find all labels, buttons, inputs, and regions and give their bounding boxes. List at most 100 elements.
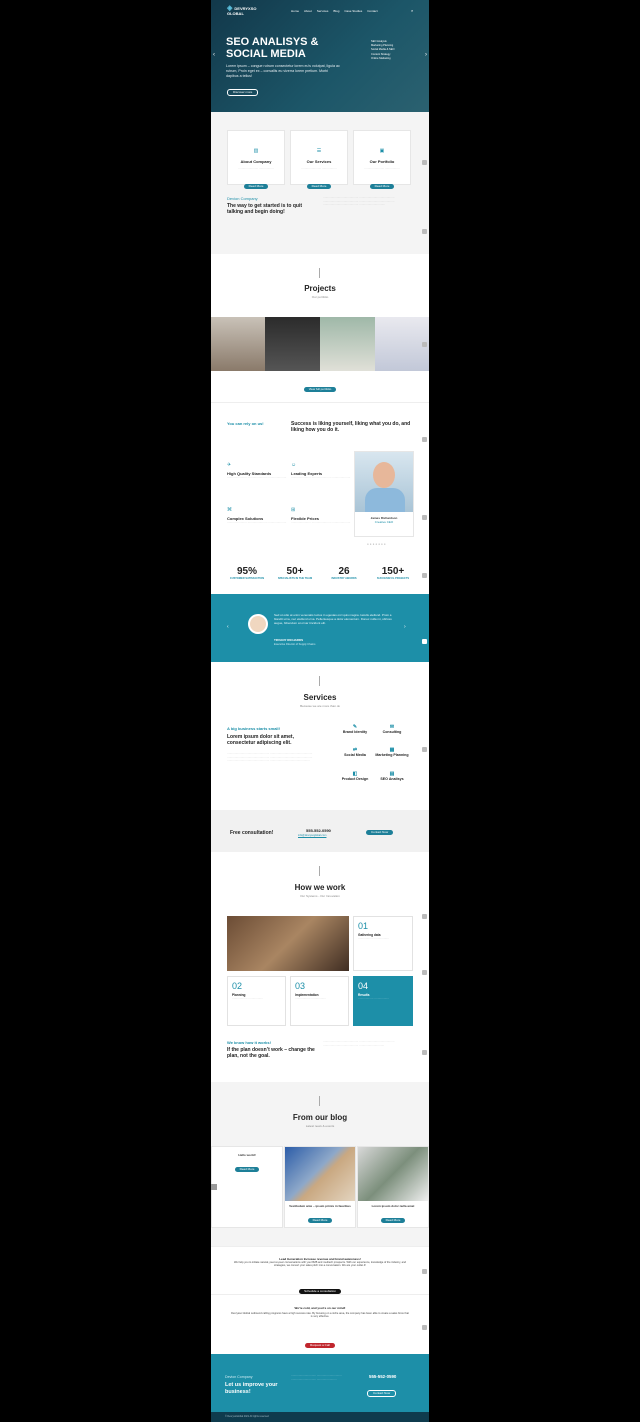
read-more-button[interactable]: Read More xyxy=(380,1218,406,1223)
blog-post-title: Hello world! xyxy=(238,1153,256,1157)
divider xyxy=(319,676,320,686)
projects-title: Projects xyxy=(304,284,336,293)
scroll-button[interactable] xyxy=(422,437,427,442)
blog-post[interactable]: Lorem ipsum dolor nulla amet Read More xyxy=(357,1146,429,1228)
hero-section: ◈ DEVRYXSO GLOBAL Home About Services Blo… xyxy=(211,0,429,112)
leadgen-section: Lead Generation Increase revenue and bra… xyxy=(211,1246,429,1294)
scroll-button[interactable] xyxy=(422,747,427,752)
feature-text: ······················· ················… xyxy=(301,167,337,170)
read-more-button[interactable]: Read More xyxy=(243,183,269,189)
read-more-button[interactable]: Read More xyxy=(306,183,332,189)
read-more-button[interactable]: Read More xyxy=(369,183,395,189)
blog-post[interactable]: Hello world! Read More xyxy=(211,1146,283,1228)
blog-post[interactable]: Vestibulum ante – ipsum primis in faucib… xyxy=(284,1146,356,1228)
project-image[interactable] xyxy=(320,317,375,371)
why-item-text: ······················· ················… xyxy=(227,521,287,524)
service-seo-analisys[interactable]: ▤ SEO Analisys xyxy=(369,772,415,782)
team-member-photo xyxy=(355,452,413,512)
nav-about[interactable]: About xyxy=(304,9,312,13)
step-number: 04 xyxy=(358,981,369,991)
scroll-button[interactable] xyxy=(422,573,427,578)
step-gathering-data: 01 Gathering data ·················· ·····… xyxy=(353,916,413,971)
stat-label: CUSTOMER SATISFACTION xyxy=(229,577,265,580)
testimonial-prev-icon[interactable]: ‹ xyxy=(227,624,229,630)
call-button-wrap: Request a Call xyxy=(211,1333,429,1351)
how-kicker: We know how it works! xyxy=(227,1040,271,1045)
step-number: 01 xyxy=(358,921,369,931)
hero-next-arrow-icon[interactable]: › xyxy=(425,52,427,58)
project-image[interactable] xyxy=(375,317,429,371)
project-image[interactable] xyxy=(265,317,320,371)
building-icon: ▥ xyxy=(253,148,259,154)
why-item-text: ······················· ················… xyxy=(291,476,351,479)
discover-more-button[interactable]: Discover more xyxy=(227,89,259,96)
service-label: Consulting xyxy=(382,730,402,734)
people-icon: ☺ xyxy=(291,462,297,468)
hero-prev-arrow-icon[interactable]: ‹ xyxy=(213,52,215,58)
request-call-button[interactable]: Request a Call xyxy=(305,1343,335,1348)
nav-blog[interactable]: Blog xyxy=(333,9,339,13)
testimonial-next-icon[interactable]: › xyxy=(404,624,406,630)
services-kicker: A big business starts small! xyxy=(227,726,280,731)
divider xyxy=(319,1096,320,1106)
scroll-button[interactable] xyxy=(422,1050,427,1055)
services-title: Services xyxy=(303,693,337,702)
how-title: How we work xyxy=(294,883,346,892)
feature-card-portfolio: ▣ Our Portfolio ······················· … xyxy=(353,130,411,189)
side-item[interactable]: Online Marketing xyxy=(371,57,395,61)
stat-projects: 150+ SUCCESSFUL PROJECTS xyxy=(373,566,413,580)
scroll-button[interactable] xyxy=(422,342,427,347)
scroll-button[interactable] xyxy=(422,914,427,919)
team-member-card: James Richardson Creative CEO xyxy=(354,451,414,537)
footer-contact-button[interactable]: Contact Now xyxy=(367,1390,397,1397)
why-item-text: ······················· ················… xyxy=(227,476,287,479)
consult-email[interactable]: info@devrysoglobal.com xyxy=(298,834,326,837)
why-item: ⌘ Complex Solutions ····················… xyxy=(227,498,287,525)
read-more-button[interactable]: Read More xyxy=(307,1218,333,1223)
stat-awards: 26 INDUSTRY AWARDS xyxy=(324,566,364,580)
stat-specialists: 50+ SPECIALISTS IN THE TEAM xyxy=(275,566,315,580)
carousel-dots[interactable]: ●●●●●●● xyxy=(367,542,387,546)
nav-home[interactable]: Home xyxy=(291,9,299,13)
service-consulting[interactable]: ✉ Consulting xyxy=(369,725,415,735)
scroll-button[interactable] xyxy=(422,1325,427,1330)
scroll-button[interactable] xyxy=(422,1269,427,1274)
briefcase-icon: ▣ xyxy=(379,148,385,154)
search-icon[interactable]: ⌕ xyxy=(411,8,413,13)
scroll-button[interactable] xyxy=(422,970,427,975)
step-text: ·················· ················· xyxy=(295,997,326,1000)
why-item-text: ······················· ················… xyxy=(291,521,351,524)
feature-title: About Company xyxy=(240,159,272,164)
how-section: How we work Our Systems - Our Innovation… xyxy=(211,852,429,1082)
blog-subtitle: Latest news & events xyxy=(305,1124,335,1128)
view-full-portfolio-button[interactable]: View full portfolio xyxy=(303,387,337,392)
scroll-button[interactable] xyxy=(422,160,427,165)
features-section: ▥ About Company ······················· … xyxy=(211,112,429,254)
scroll-button[interactable] xyxy=(422,515,427,520)
consult-label: Free consultation! xyxy=(230,830,274,836)
feature-card-services: ☰ Our Services ······················· ·… xyxy=(290,130,348,189)
scroll-button[interactable] xyxy=(422,639,427,644)
read-more-button[interactable]: Read More xyxy=(234,1167,260,1172)
leadgen-button-wrap: Schedule a consultation xyxy=(211,1279,429,1294)
footer-text: © DevrysoGlobal 2021 All rights reserved xyxy=(225,1415,269,1418)
footer-cta-kicker: Devion Company xyxy=(225,1375,253,1379)
projects-subtitle: Our portfolio xyxy=(311,295,329,299)
nav-contact[interactable]: Contact xyxy=(367,9,377,13)
blog-prev-icon[interactable] xyxy=(211,1184,217,1190)
contact-now-button[interactable]: Contact Now xyxy=(366,830,394,835)
logo[interactable]: ◈ DEVRYXSO GLOBAL xyxy=(227,5,267,16)
side-item[interactable]: Social Media & SEO xyxy=(371,48,395,52)
blog-section: From our blog Latest news & events Hello… xyxy=(211,1082,429,1246)
scroll-button[interactable] xyxy=(422,229,427,234)
service-marketing-planning[interactable]: ▦ Marketing Planning xyxy=(369,748,415,758)
nav-case-studies[interactable]: Case Studies xyxy=(344,9,362,13)
why-item: ☺ Leading Experts ······················… xyxy=(291,453,351,480)
why-item: ✈ High Quality Standards ···············… xyxy=(227,453,287,480)
project-image[interactable] xyxy=(211,317,265,371)
service-label: SEO Analisys xyxy=(380,777,404,781)
intro-text: ········································… xyxy=(323,196,395,207)
nav-services[interactable]: Services xyxy=(317,9,329,13)
testimonial-section: ‹ Sed ut odio at enim venenatis luctus i… xyxy=(211,594,429,662)
main-nav: Home About Services Blog Case Studies Co… xyxy=(291,9,378,13)
